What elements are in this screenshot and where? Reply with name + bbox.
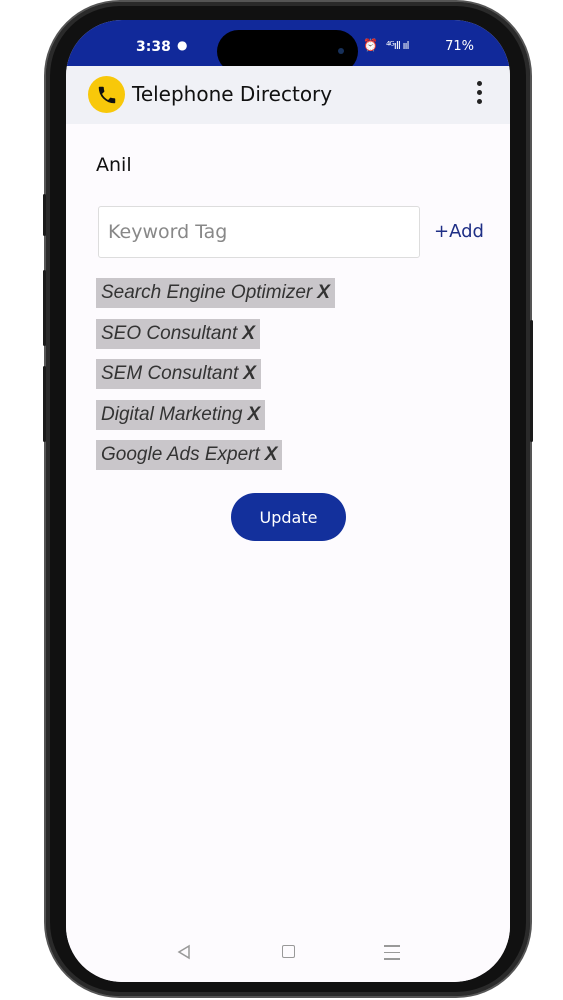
- back-triangle-icon[interactable]: [176, 944, 192, 960]
- camera-dot: [338, 48, 344, 54]
- tag-label: SEO Consultant: [101, 322, 238, 344]
- app-bar: Telephone Directory: [66, 66, 510, 124]
- volume-up-button: [43, 270, 46, 346]
- remove-tag-button[interactable]: X: [242, 323, 255, 344]
- add-tag-button[interactable]: +Add: [434, 221, 484, 242]
- more-vertical-icon[interactable]: [474, 81, 484, 109]
- side-button: [43, 194, 46, 236]
- battery-percent: 71%: [445, 39, 474, 54]
- remove-tag-button[interactable]: X: [248, 404, 261, 425]
- tag-chip: SEO Consultant X: [96, 318, 260, 349]
- keyword-tag-input[interactable]: [98, 206, 420, 258]
- contact-name: Anil: [96, 154, 132, 176]
- tag-label: SEM Consultant: [101, 363, 239, 384]
- message-icon: ●: [177, 38, 188, 52]
- app-title: Telephone Directory: [132, 82, 333, 106]
- recents-lines-icon[interactable]: [384, 945, 400, 965]
- volume-down-button: [43, 366, 46, 442]
- tag-chip: Google Ads Expert X: [96, 440, 283, 470]
- tag-list: Search Engine Optimizer X SEO Consultant X…: [96, 278, 496, 481]
- update-button[interactable]: Update: [231, 493, 346, 541]
- system-nav-bar: [66, 926, 510, 982]
- phone-icon: [98, 86, 116, 104]
- tag-chip: Search Engine Optimizer X: [96, 278, 335, 308]
- power-button: [530, 320, 533, 442]
- screen: 3:38 ● ⏰ ⁴ᴳıll ııl 71% Telephone Directo…: [66, 20, 510, 982]
- tag-label: Google Ads Expert: [101, 444, 260, 465]
- tag-chip: SEM Consultant X: [96, 359, 261, 389]
- signal-icon: ⁴ᴳıll ııl: [386, 39, 410, 52]
- tag-label: Digital Marketing: [101, 403, 243, 425]
- home-square-icon[interactable]: [282, 945, 295, 958]
- status-time: 3:38: [136, 39, 171, 55]
- remove-tag-button[interactable]: X: [317, 282, 330, 303]
- tag-chip: Digital Marketing X: [96, 399, 266, 430]
- app-logo: [88, 76, 125, 113]
- alarm-icon: ⏰: [363, 38, 378, 52]
- remove-tag-button[interactable]: X: [243, 363, 256, 384]
- tag-label: Search Engine Optimizer: [101, 282, 313, 303]
- remove-tag-button[interactable]: X: [265, 444, 278, 465]
